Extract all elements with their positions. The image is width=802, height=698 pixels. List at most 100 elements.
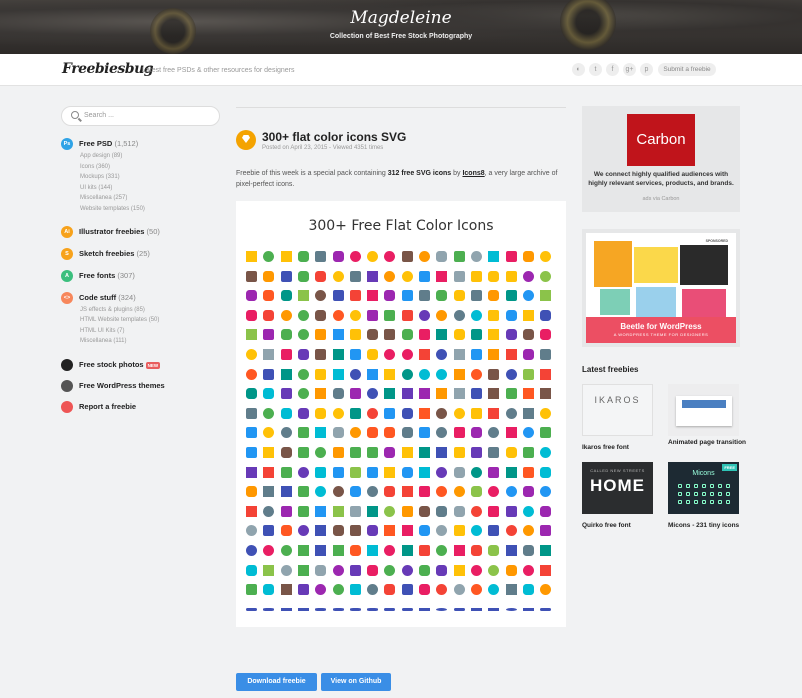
google-plus-icon[interactable]: g+	[623, 63, 636, 76]
thumbnail-ikaros[interactable]: IKAROS	[582, 384, 653, 436]
category-free-fonts[interactable]: A Free fonts (307)	[61, 269, 135, 282]
pack-icon	[505, 407, 517, 419]
pack-icon	[540, 427, 552, 439]
subcategory-link[interactable]: Miscellanea (111)	[80, 338, 126, 344]
latest-caption[interactable]: Quirko free font	[582, 521, 662, 530]
pack-icon	[297, 466, 309, 478]
pack-icon	[280, 251, 292, 262]
pack-icon	[540, 486, 552, 498]
pack-icon	[436, 329, 448, 341]
category-icon: A	[61, 269, 73, 282]
pack-icon	[263, 427, 275, 439]
preview-image[interactable]: 300+ Free Flat Color Icons	[236, 201, 566, 627]
pack-icon	[488, 607, 500, 611]
pack-icon	[522, 564, 534, 576]
pack-icon	[367, 486, 379, 498]
pack-icon	[367, 349, 379, 360]
alert-icon	[61, 401, 73, 413]
pack-icon	[246, 251, 257, 262]
category-sketch-freebies[interactable]: S Sketch freebies (25)	[61, 247, 150, 260]
category-free-psd[interactable]: Ps Free PSD (1,512)	[61, 138, 138, 150]
pack-icon	[401, 545, 413, 556]
pack-icon	[505, 525, 517, 537]
new-badge: NEW	[145, 361, 161, 369]
subcategory-link[interactable]: Website templates (150)	[80, 206, 145, 212]
hero-banner[interactable]: Magdeleine Collection of Best Free Stock…	[0, 0, 802, 54]
pack-icon	[419, 388, 430, 400]
pinterest-icon[interactable]: p	[640, 63, 653, 76]
pack-icon	[470, 607, 482, 611]
pack-icon	[384, 349, 396, 360]
pack-icon	[488, 251, 500, 262]
pack-icon	[384, 329, 396, 341]
pack-icon	[540, 368, 552, 380]
micon-glyph	[686, 484, 690, 488]
subcategory-link[interactable]: Miscellanea (257)	[80, 195, 127, 201]
sidebar-link-free-stock-photos[interactable]: Free stock photos NEW	[61, 359, 161, 371]
pack-icon	[349, 486, 361, 498]
pack-icon	[453, 447, 465, 458]
subcategory-link[interactable]: JS effects & plugins (85)	[80, 307, 145, 313]
github-button[interactable]: View on Github	[321, 673, 391, 691]
pack-icon	[505, 564, 517, 576]
micon-glyph	[678, 484, 682, 488]
pack-icon	[522, 407, 534, 419]
pack-icon	[488, 525, 500, 537]
subcategory-link[interactable]: Icons (360)	[80, 164, 110, 170]
mockup-card	[682, 289, 726, 317]
pack-icon	[367, 505, 379, 517]
latest-caption[interactable]: Ikaros free font	[582, 443, 662, 452]
pack-icon	[470, 251, 482, 262]
thumbnail-quirko[interactable]: CALLED NEW STREETS HOME	[582, 462, 653, 514]
post-title[interactable]: 300+ flat color icons SVG	[262, 130, 406, 144]
micon-glyph	[678, 492, 682, 496]
thumbnail-micons[interactable]: FREE Micons	[668, 462, 739, 514]
pack-icon	[349, 251, 361, 262]
latest-caption[interactable]: Micons - 231 tiny icons	[668, 521, 748, 530]
pack-icon	[384, 505, 396, 517]
pack-icon	[246, 466, 257, 478]
sidebar-link-label: Free stock photos	[79, 359, 144, 369]
site-logo[interactable]: Freebiesbug	[62, 61, 154, 77]
pack-icon	[540, 466, 552, 478]
sidebar-link-report-a-freebie[interactable]: Report a freebie	[61, 401, 136, 413]
pack-icon	[384, 388, 396, 400]
latest-caption[interactable]: Animated page transition	[668, 438, 748, 447]
pack-icon	[263, 607, 275, 611]
subcategory-link[interactable]: UI kits (144)	[80, 185, 112, 191]
subcategory-link[interactable]: App design (89)	[80, 153, 122, 159]
ad-via[interactable]: ads via Carbon	[582, 196, 740, 202]
pack-icon	[315, 329, 327, 341]
search-input[interactable]: Search ...	[61, 106, 220, 126]
subcategory-link[interactable]: Mockups (331)	[80, 174, 120, 180]
category-code-stuff[interactable]: <> Code stuff (324)	[61, 291, 136, 304]
beetle-ad[interactable]: SPONSORED Beetle for WordPress A WORDPRE…	[582, 229, 740, 347]
sidebar-link-free-wordpress-themes[interactable]: Free WordPress themes	[61, 380, 165, 392]
pack-icon	[349, 270, 361, 282]
carbon-logo[interactable]: Carbon	[627, 114, 695, 166]
download-button[interactable]: Download freebie	[236, 673, 317, 691]
search-placeholder: Search ...	[84, 112, 114, 119]
rss-icon[interactable]: ◐	[572, 63, 585, 76]
pack-icon	[246, 349, 257, 360]
pack-icon	[332, 466, 344, 478]
submit-freebie-button[interactable]: Submit a freebie	[658, 63, 716, 76]
pack-icon	[540, 584, 552, 596]
pack-icon	[470, 290, 482, 302]
subcategory-link[interactable]: HTML Website templates (50)	[80, 317, 159, 323]
pack-icon	[263, 584, 275, 596]
pack-icon	[453, 486, 465, 498]
icons8-link[interactable]: Icons8	[462, 170, 484, 177]
category-count: (324)	[118, 292, 136, 302]
micon-glyph	[702, 492, 706, 496]
pack-icon	[453, 368, 465, 380]
facebook-icon[interactable]: f	[606, 63, 619, 76]
twitter-icon[interactable]: t	[589, 63, 602, 76]
pack-icon	[246, 368, 257, 380]
carbon-ad[interactable]: Carbon We connect highly qualified audie…	[582, 106, 740, 212]
subcategory-link[interactable]: HTML UI Kits (7)	[80, 328, 124, 334]
pack-icon	[332, 309, 344, 321]
thumbnail-animated-transition[interactable]	[668, 384, 739, 436]
ad-text[interactable]: We connect highly qualified audiences wi…	[588, 170, 734, 188]
category-illustrator-freebies[interactable]: Ai Illustrator freebies (50)	[61, 225, 160, 238]
